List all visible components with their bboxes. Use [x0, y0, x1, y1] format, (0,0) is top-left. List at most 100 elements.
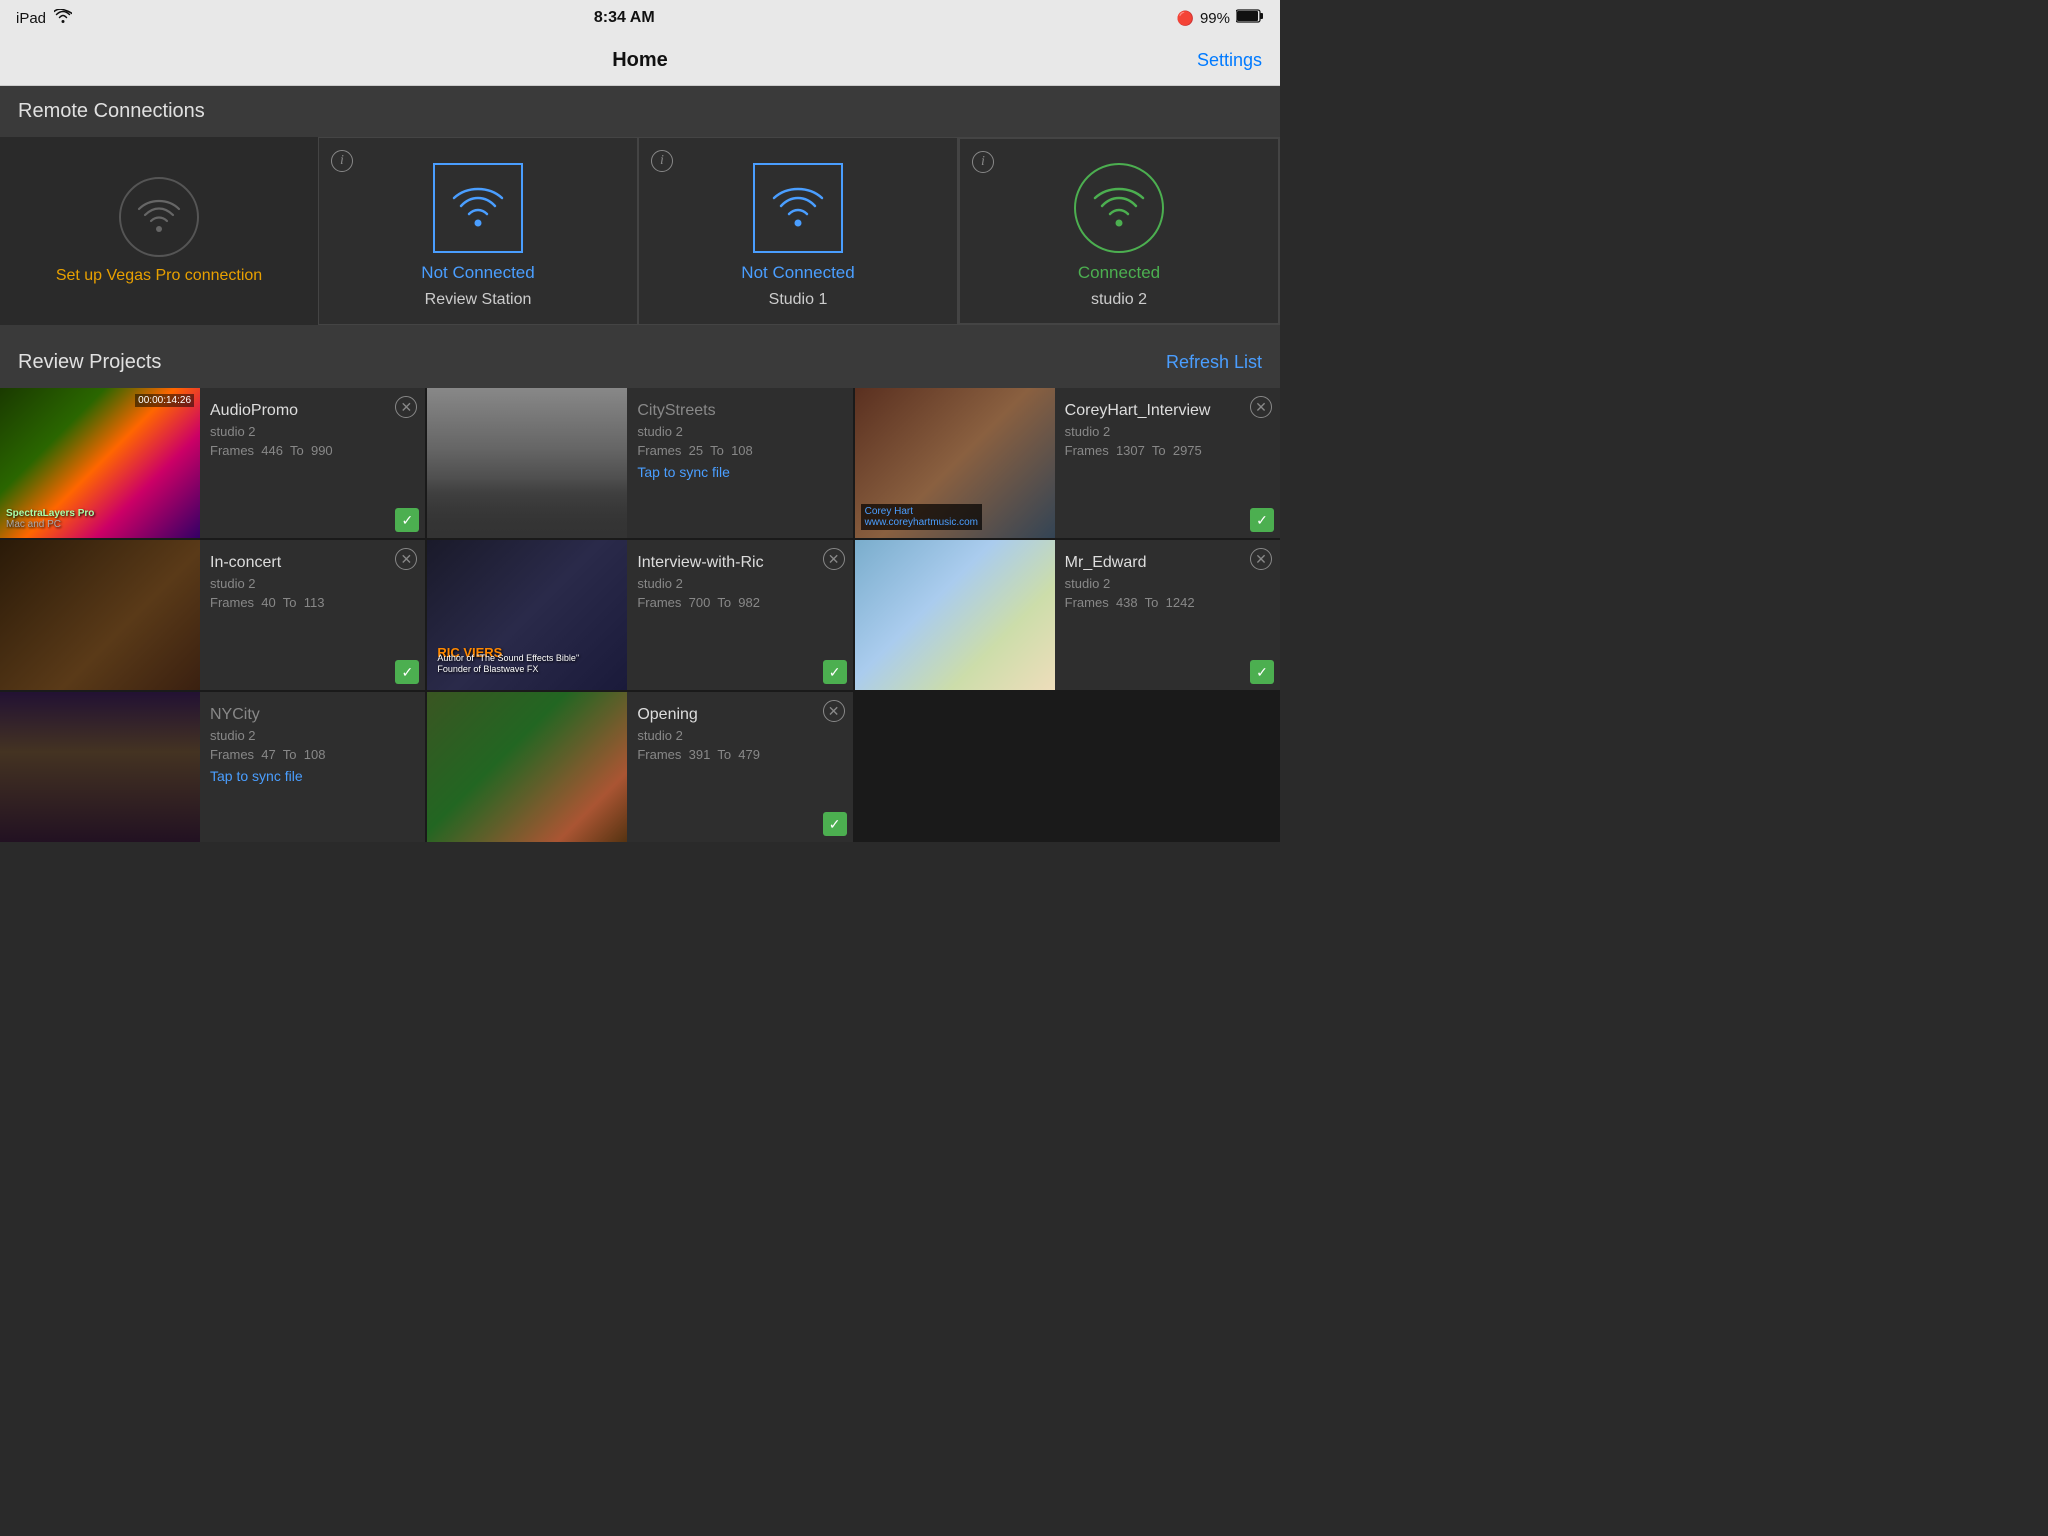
status-bar: iPad 8:34 AM 🔴 99%: [0, 0, 1280, 36]
setup-vegas-link[interactable]: Set up Vegas Pro connection: [48, 257, 270, 295]
status-left: iPad: [16, 9, 72, 27]
project-card-nycity[interactable]: NYCity studio 2 Frames 47 To 108 Tap to …: [0, 692, 425, 842]
project-info-audiopromo: ✕ AudioPromo studio 2 Frames 446 To 990 …: [200, 388, 425, 538]
project-title-nycity: NYCity: [210, 706, 415, 724]
wifi-box-studio1: [753, 163, 843, 253]
project-card-inconcert[interactable]: ✕ In-concert studio 2 Frames 40 To 113 ✓: [0, 540, 425, 690]
studio1-status: Not Connected: [741, 263, 854, 283]
project-thumb-inconcert: [0, 540, 200, 690]
project-info-nycity: NYCity studio 2 Frames 47 To 108 Tap to …: [200, 692, 425, 842]
project-studio-coreyhart: studio 2: [1065, 424, 1270, 439]
review-projects-header: Review Projects Refresh List: [0, 337, 1280, 388]
project-card-opening[interactable]: ✕ Opening studio 2 Frames 391 To 479 ✓: [427, 692, 852, 842]
device-label: iPad: [16, 10, 46, 27]
remote-connections-title: Remote Connections: [18, 100, 205, 123]
bluetooth-icon: 🔴: [1177, 10, 1194, 27]
project-info-inconcert: ✕ In-concert studio 2 Frames 40 To 113 ✓: [200, 540, 425, 690]
project-thumb-opening: [427, 692, 627, 842]
timecode-audiopromo: 00:00:14:26: [135, 394, 194, 407]
connections-row: Set up Vegas Pro connection i Not Connec…: [0, 137, 1280, 325]
info-icon-studio1[interactable]: i: [651, 150, 673, 172]
project-studio-nycity: studio 2: [210, 728, 415, 743]
review-station-name: Review Station: [425, 291, 532, 309]
project-thumb-coreyhart: Corey Hartwww.coreyhartmusic.com: [855, 388, 1055, 538]
project-studio-citystreets: studio 2: [637, 424, 842, 439]
wifi-icon: [54, 9, 72, 27]
project-thumb-citystreets: [427, 388, 627, 538]
remote-connections-header: Remote Connections: [0, 86, 1280, 137]
check-badge-opening: ✓: [823, 812, 847, 836]
connection-studio2[interactable]: i Connected studio 2: [958, 137, 1280, 325]
battery-icon: [1236, 9, 1264, 27]
info-icon-review[interactable]: i: [331, 150, 353, 172]
project-info-citystreets: CityStreets studio 2 Frames 25 To 108 Ta…: [627, 388, 852, 538]
project-info-ricviers: ✕ Interview-with-Ric studio 2 Frames 700…: [627, 540, 852, 690]
projects-grid: 00:00:14:26 SpectraLayers ProMac and PC …: [0, 388, 1280, 842]
project-title-ricviers: Interview-with-Ric: [637, 554, 842, 572]
project-title-audiopromo: AudioPromo: [210, 402, 415, 420]
nav-bar: Home Settings: [0, 36, 1280, 86]
project-studio-ricviers: studio 2: [637, 576, 842, 591]
studio2-name: studio 2: [1091, 291, 1147, 309]
project-frames-audiopromo: Frames 446 To 990: [210, 443, 415, 458]
time-display: 8:34 AM: [594, 9, 655, 27]
project-frames-citystreets: Frames 25 To 108: [637, 443, 842, 458]
connection-review-station[interactable]: i Not Connected Review Station: [318, 137, 638, 325]
project-thumb-ricviers: RIC VIERS Author of "The Sound Effects B…: [427, 540, 627, 690]
project-title-coreyhart: CoreyHart_Interview: [1065, 402, 1270, 420]
connection-setup-slot[interactable]: Set up Vegas Pro connection: [0, 137, 318, 325]
project-title-mredward: Mr_Edward: [1065, 554, 1270, 572]
check-badge-inconcert: ✓: [395, 660, 419, 684]
project-thumb-mredward: [855, 540, 1055, 690]
check-badge-mredward: ✓: [1250, 660, 1274, 684]
project-card-coreyhart[interactable]: Corey Hartwww.coreyhartmusic.com ✕ Corey…: [855, 388, 1280, 538]
check-badge-ricviers: ✓: [823, 660, 847, 684]
settings-button[interactable]: Settings: [1197, 50, 1262, 71]
wifi-inactive-icon: [119, 177, 199, 257]
studio1-name: Studio 1: [769, 291, 828, 309]
close-opening-button[interactable]: ✕: [823, 700, 845, 722]
project-info-coreyhart: ✕ CoreyHart_Interview studio 2 Frames 13…: [1055, 388, 1280, 538]
refresh-list-button[interactable]: Refresh List: [1166, 352, 1262, 373]
close-ricviers-button[interactable]: ✕: [823, 548, 845, 570]
project-thumb-audiopromo: 00:00:14:26 SpectraLayers ProMac and PC: [0, 388, 200, 538]
studio2-status: Connected: [1078, 263, 1160, 283]
project-card-audiopromo[interactable]: 00:00:14:26 SpectraLayers ProMac and PC …: [0, 388, 425, 538]
project-frames-mredward: Frames 438 To 1242: [1065, 595, 1270, 610]
project-title-opening: Opening: [637, 706, 842, 724]
check-badge-audiopromo: ✓: [395, 508, 419, 532]
battery-percent: 99%: [1200, 10, 1230, 27]
corey-nameplate: Corey Hartwww.coreyhartmusic.com: [861, 504, 982, 530]
wifi-box-studio2: [1074, 163, 1164, 253]
status-right: 🔴 99%: [1177, 9, 1264, 27]
check-badge-coreyhart: ✓: [1250, 508, 1274, 532]
review-station-status: Not Connected: [421, 263, 534, 283]
project-title-citystreets: CityStreets: [637, 402, 842, 420]
project-card-ricviers[interactable]: RIC VIERS Author of "The Sound Effects B…: [427, 540, 852, 690]
info-icon-studio2[interactable]: i: [972, 151, 994, 173]
review-projects-section: Review Projects Refresh List 00:00:14:26…: [0, 337, 1280, 842]
project-info-mredward: ✕ Mr_Edward studio 2 Frames 438 To 1242 …: [1055, 540, 1280, 690]
project-frames-nycity: Frames 47 To 108: [210, 747, 415, 762]
sync-nycity-button[interactable]: Tap to sync file: [210, 768, 415, 784]
project-thumb-nycity: [0, 692, 200, 842]
project-card-mredward[interactable]: ✕ Mr_Edward studio 2 Frames 438 To 1242 …: [855, 540, 1280, 690]
review-projects-title: Review Projects: [18, 351, 161, 374]
project-studio-mredward: studio 2: [1065, 576, 1270, 591]
wifi-box-review: [433, 163, 523, 253]
remote-connections-section: Remote Connections Set up Vegas Pro conn…: [0, 86, 1280, 337]
project-frames-inconcert: Frames 40 To 113: [210, 595, 415, 610]
project-frames-ricviers: Frames 700 To 982: [637, 595, 842, 610]
project-card-citystreets[interactable]: CityStreets studio 2 Frames 25 To 108 Ta…: [427, 388, 852, 538]
project-studio-opening: studio 2: [637, 728, 842, 743]
thumb-label-audiopromo: SpectraLayers ProMac and PC: [6, 508, 94, 530]
project-frames-coreyhart: Frames 1307 To 2975: [1065, 443, 1270, 458]
connection-studio1[interactable]: i Not Connected Studio 1: [638, 137, 958, 325]
project-frames-opening: Frames 391 To 479: [637, 747, 842, 762]
ric-subtext: Author of "The Sound Effects Bible"Found…: [437, 653, 579, 676]
project-studio-inconcert: studio 2: [210, 576, 415, 591]
close-coreyhart-button[interactable]: ✕: [1250, 396, 1272, 418]
project-info-opening: ✕ Opening studio 2 Frames 391 To 479 ✓: [627, 692, 852, 842]
sync-citystreets-button[interactable]: Tap to sync file: [637, 464, 842, 480]
close-mredward-button[interactable]: ✕: [1250, 548, 1272, 570]
